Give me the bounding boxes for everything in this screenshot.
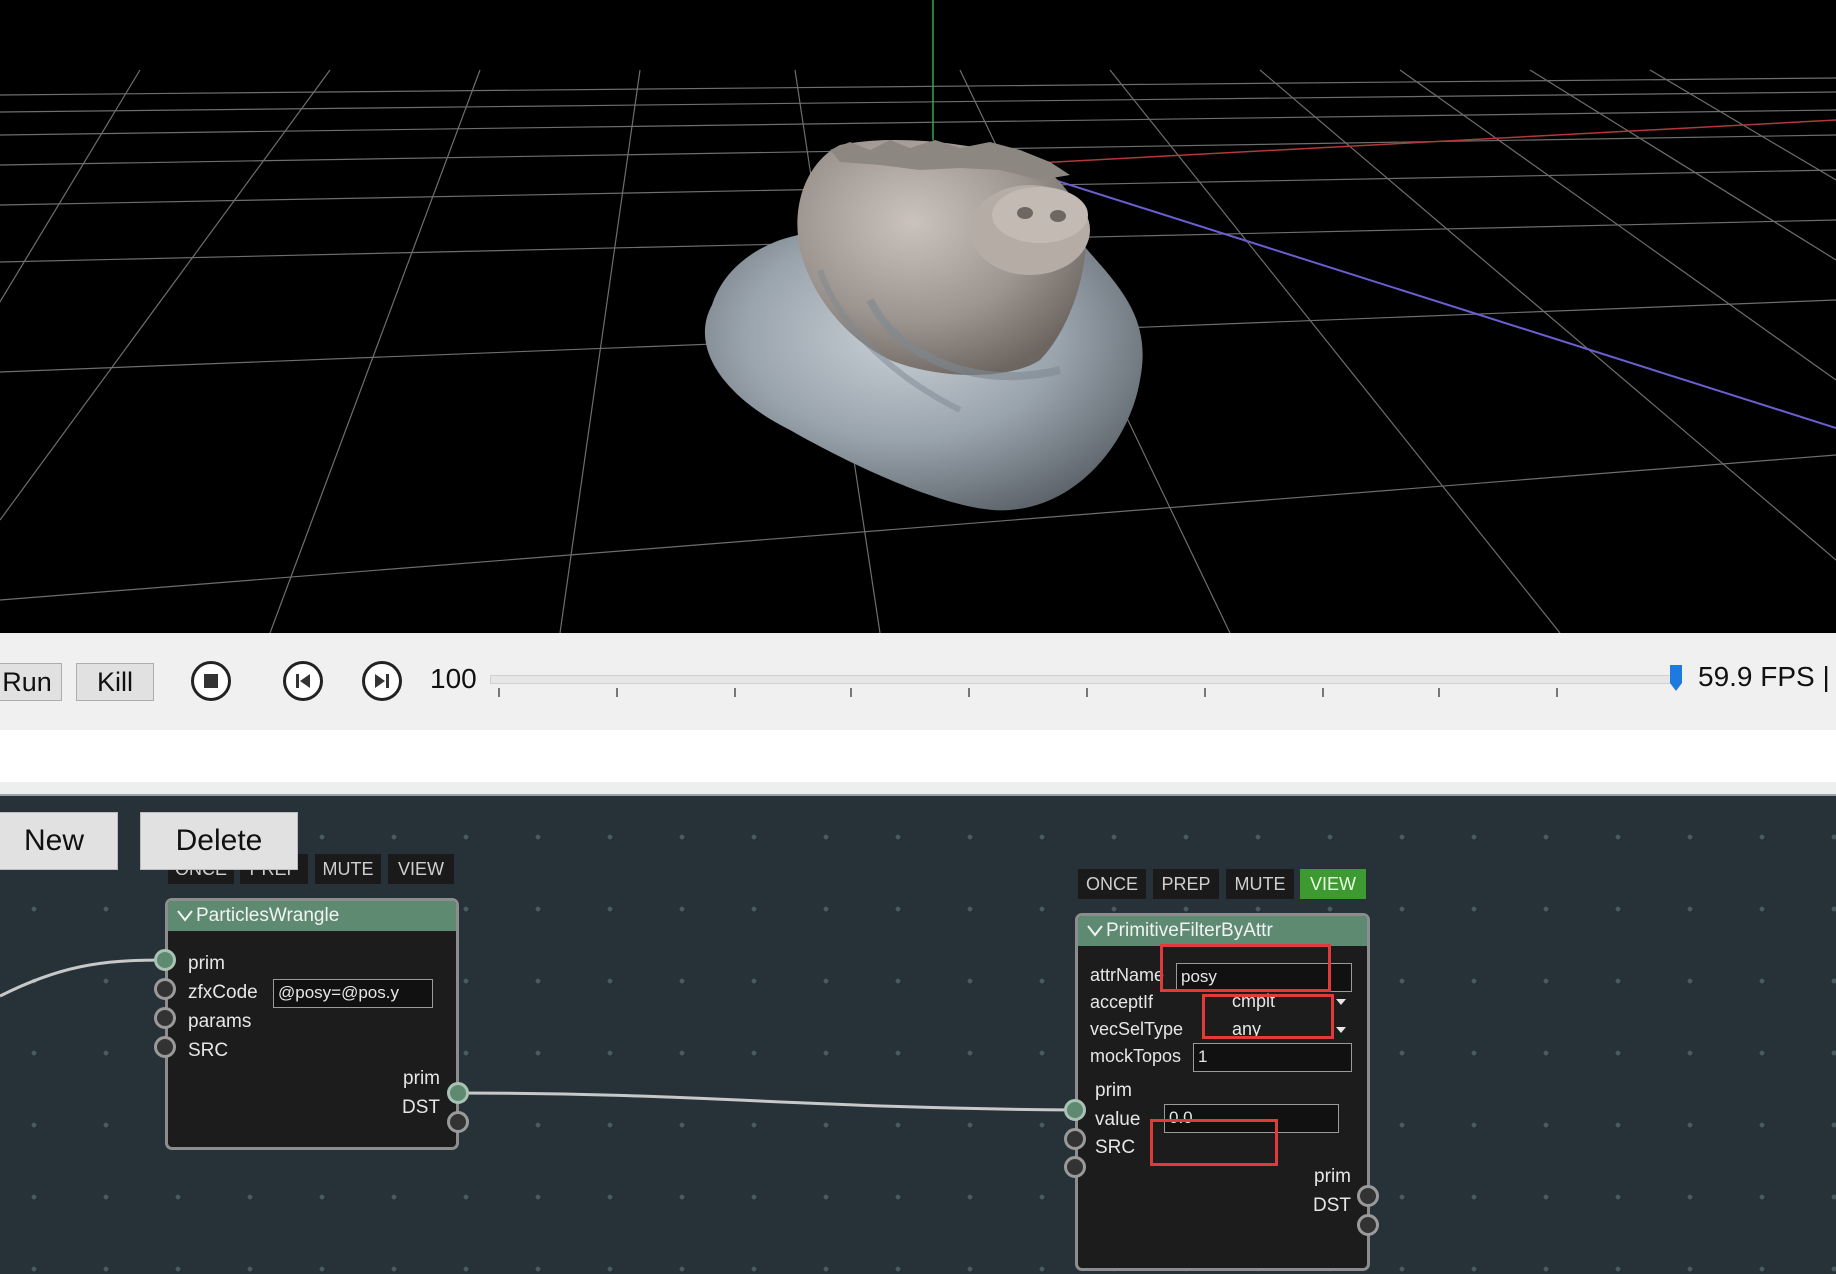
node-header[interactable]: ParticlesWrangle [168,901,456,931]
stop-button[interactable] [191,661,231,701]
tag-once[interactable]: ONCE [1078,869,1146,899]
input-socket-prim[interactable] [1064,1099,1086,1121]
fps-counter: 59.9 FPS | 6 [1698,661,1836,692]
connection-wire [457,1091,1077,1112]
param-label-mocktopos: mockTopos [1090,1046,1182,1066]
node-particles-wrangle[interactable]: ParticlesWrangle prim zfxCode @posy=@pos… [165,898,459,1150]
zfxcode-field[interactable]: @posy=@pos.y [273,979,433,1008]
timeline-tick [1438,688,1440,697]
param-label-attrname: attrName [1090,965,1165,985]
timeline-tick [1086,688,1088,697]
param-label-vecseltype: vecSelType [1090,1019,1184,1039]
output-label-dst: DST [402,1097,440,1118]
3d-model [704,140,1143,511]
input-socket-prim[interactable] [154,949,176,971]
status-bar [0,730,1836,782]
node-header[interactable]: PrimitiveFilterByAttr [1078,916,1367,946]
x-axis-line [999,119,1836,166]
input-socket-src[interactable] [154,1036,176,1058]
input-label-prim: prim [1095,1080,1132,1101]
acceptif-dropdown[interactable]: cmplt [1226,989,1352,1015]
output-label-dst: DST [1313,1195,1351,1216]
output-socket-dst[interactable] [1357,1214,1379,1236]
output-socket-prim[interactable] [1357,1185,1379,1207]
input-socket-params[interactable] [154,1007,176,1029]
3d-viewport[interactable] [0,0,1836,633]
output-label-prim: prim [403,1068,440,1089]
tag-view[interactable]: VIEW [388,854,454,884]
output-socket-dst[interactable] [447,1111,469,1133]
current-frame: 100 [430,663,477,694]
timeline-tick [850,688,852,697]
timeline-toolbar: Run Kill 100 59.9 FPS | 6 [0,633,1836,730]
previous-frame-icon [296,674,310,688]
timeline-tick [1556,688,1558,697]
input-label-src: SRC [188,1040,229,1061]
param-label-acceptif: acceptIf [1090,992,1154,1012]
panel-splitter[interactable] [0,782,1836,796]
input-socket-zfxcode[interactable] [154,978,176,1000]
input-socket-value[interactable] [1064,1128,1086,1150]
tag-prep[interactable]: PREP [1153,869,1219,899]
attrname-field[interactable]: posy [1176,963,1352,992]
timeline-tick [616,688,618,697]
node-primitive-filter-by-attr[interactable]: PrimitiveFilterByAttr attrName posy acce… [1075,913,1370,1271]
node-editor[interactable]: New Delete ONCE PREP MUTE VIEW Delete Pa… [0,796,1836,1274]
timeline-tick [498,688,500,697]
collapse-chevron-icon[interactable] [1086,919,1104,941]
node-title: PrimitiveFilterByAttr [1106,920,1273,941]
vecseltype-value: any [1232,1019,1262,1039]
previous-frame-button[interactable] [283,661,323,701]
output-label-prim: prim [1314,1166,1351,1187]
tag-mute[interactable]: MUTE [315,854,381,884]
kill-button[interactable]: Kill [76,663,154,701]
input-label-params: params [188,1011,252,1032]
dropdown-arrow-icon [1336,1027,1346,1033]
viewport-scene [0,0,1836,633]
output-socket-prim[interactable] [447,1082,469,1104]
acceptif-value: cmplt [1232,991,1276,1011]
timeline-tick [1322,688,1324,697]
next-frame-button[interactable] [362,661,402,701]
value-field[interactable]: 0.0 [1164,1104,1339,1133]
stop-icon [204,674,218,688]
input-label-value: value [1095,1109,1141,1130]
mocktopos-field[interactable]: 1 [1193,1043,1352,1072]
delete-node-button-overlay[interactable]: Delete [140,812,298,870]
timeline-tick [1204,688,1206,697]
collapse-chevron-icon[interactable] [176,904,194,926]
input-socket-src[interactable] [1064,1156,1086,1178]
tag-view-active[interactable]: VIEW [1300,869,1366,899]
vecseltype-dropdown[interactable]: any [1226,1017,1352,1043]
input-label-zfxcode: zfxCode [188,982,258,1003]
node-title: ParticlesWrangle [196,905,340,926]
timeline-slider[interactable] [490,675,1682,684]
new-node-button[interactable]: New [0,812,118,870]
tag-mute[interactable]: MUTE [1226,869,1294,899]
input-label-prim: prim [188,953,225,974]
run-button[interactable]: Run [0,663,62,701]
timeline-tick [734,688,736,697]
input-label-src: SRC [1095,1137,1136,1158]
input-wire [0,958,165,998]
timeline-handle[interactable] [1668,665,1684,691]
dropdown-arrow-icon [1336,999,1346,1005]
timeline-tick [968,688,970,697]
next-frame-icon [375,674,389,688]
